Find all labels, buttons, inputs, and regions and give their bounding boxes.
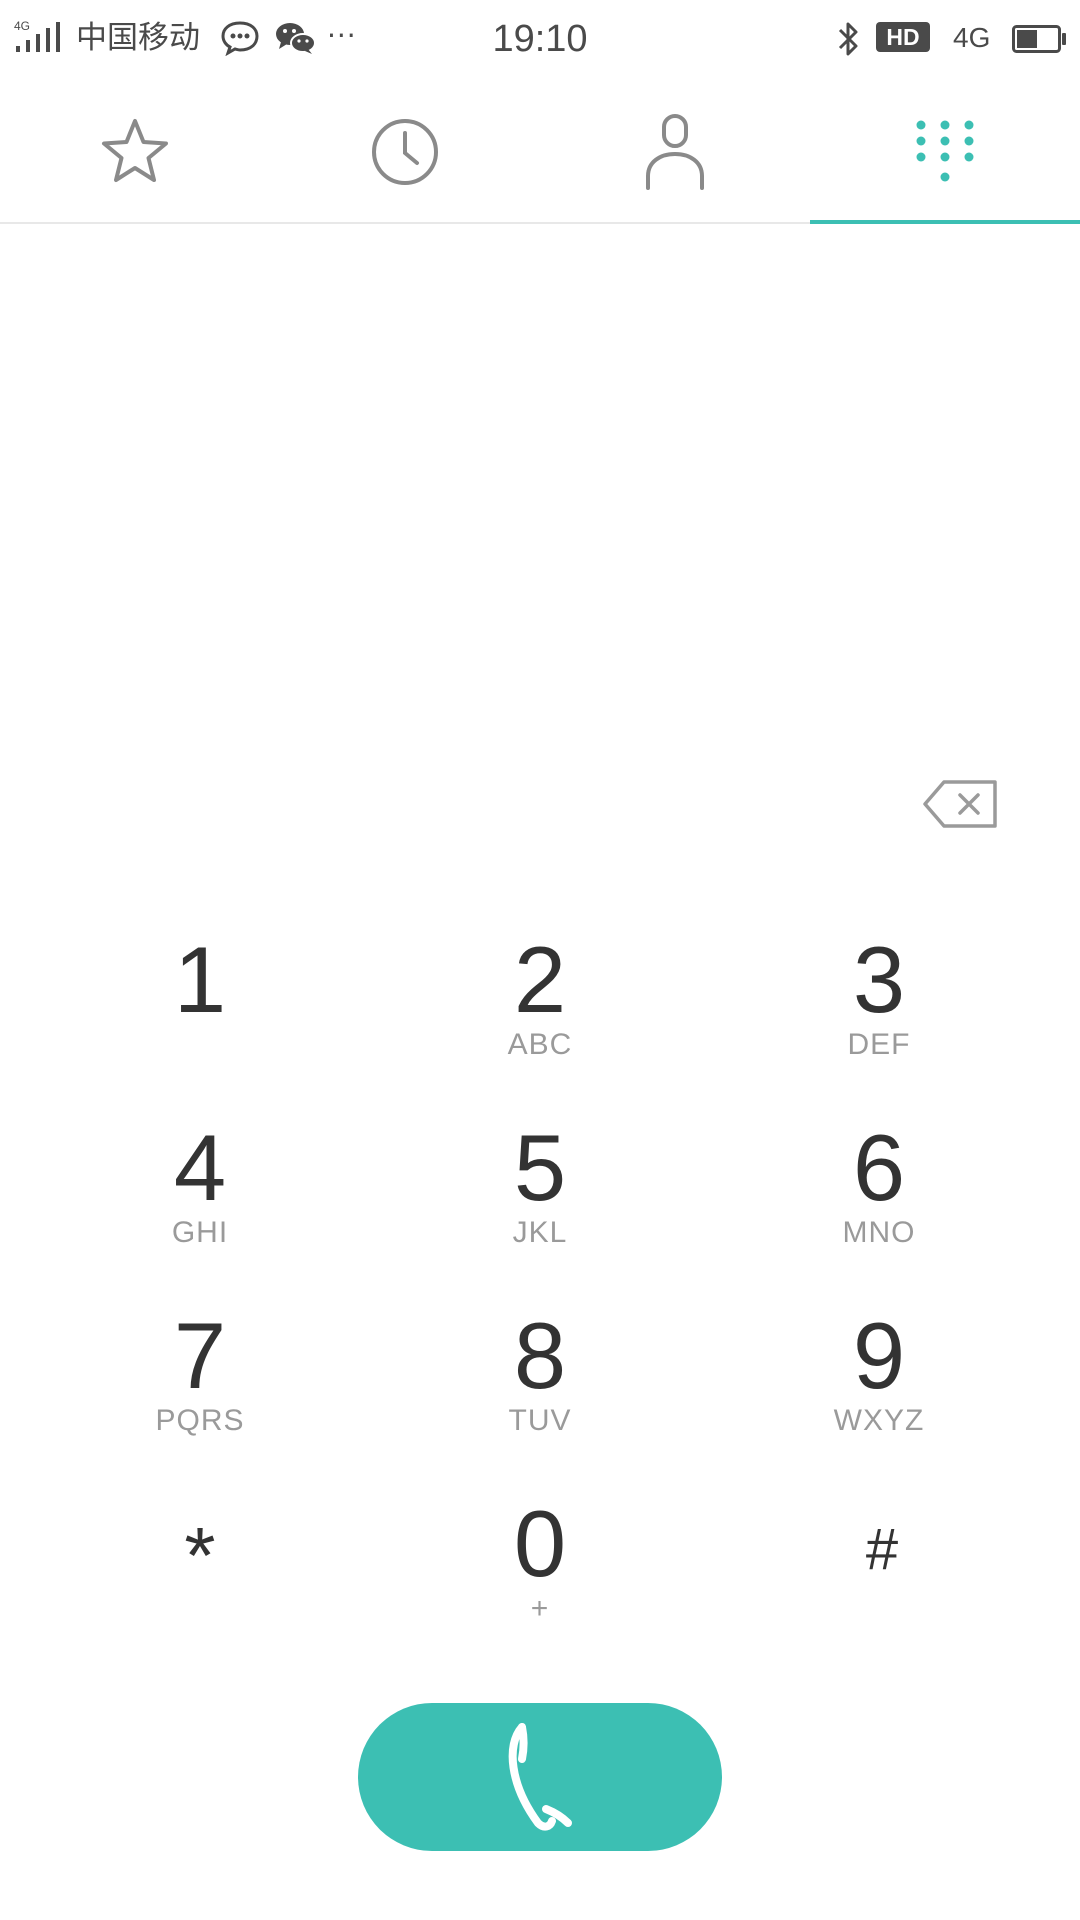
key-digit: * xyxy=(184,1511,216,1600)
key-letters: ABC xyxy=(507,1028,573,1061)
key-7[interactable]: 7 PQRS xyxy=(50,1306,350,1476)
battery-icon xyxy=(1012,25,1066,53)
key-letters: WXYZ xyxy=(833,1404,925,1437)
key-letters: MNO xyxy=(842,1216,916,1249)
key-5[interactable]: 5 JKL xyxy=(390,1118,690,1288)
backspace-icon xyxy=(923,780,997,828)
key-digit: # xyxy=(865,1517,899,1582)
phone-handset-icon xyxy=(508,1723,572,1831)
key-digit: 1 xyxy=(173,927,227,1032)
number-display xyxy=(60,680,900,780)
tab-dialpad[interactable] xyxy=(810,80,1080,224)
key-digit: 4 xyxy=(173,1115,227,1220)
tab-bar xyxy=(0,80,1080,224)
tab-contacts[interactable] xyxy=(540,80,810,224)
key-2[interactable]: 2 ABC xyxy=(390,930,690,1100)
bluetooth-icon xyxy=(838,22,858,56)
dialer-screen: 4G 中国移动 ··· 19:10 HD 4G 1 2 ABC 3 DEF 4 … xyxy=(0,0,1080,1920)
clock-icon xyxy=(372,119,438,185)
key-letters: + xyxy=(530,1592,550,1625)
key-digit: 8 xyxy=(513,1303,567,1408)
network-type: 4G xyxy=(953,22,991,53)
key-hash[interactable]: # xyxy=(732,1510,1032,1680)
key-star[interactable]: * xyxy=(50,1506,350,1676)
key-8[interactable]: 8 TUV xyxy=(390,1306,690,1476)
key-letters: PQRS xyxy=(155,1404,245,1437)
key-4[interactable]: 4 GHI xyxy=(50,1118,350,1288)
battery-level-fill xyxy=(1017,30,1037,48)
key-9[interactable]: 9 WXYZ xyxy=(729,1306,1029,1476)
key-digit: 2 xyxy=(513,927,567,1032)
key-letters: DEF xyxy=(847,1028,911,1061)
key-letters: JKL xyxy=(512,1216,568,1249)
key-0[interactable]: 0 + xyxy=(390,1494,690,1664)
key-digit: 3 xyxy=(852,927,906,1032)
key-digit: 5 xyxy=(513,1115,567,1220)
active-tab-indicator xyxy=(810,220,1080,224)
person-icon xyxy=(646,114,704,190)
key-digit: 9 xyxy=(852,1303,906,1408)
call-button[interactable] xyxy=(358,1703,722,1851)
key-digit: 0 xyxy=(513,1491,567,1596)
hd-badge: HD xyxy=(876,22,930,52)
star-icon xyxy=(102,119,168,182)
key-6[interactable]: 6 MNO xyxy=(729,1118,1029,1288)
key-letters: GHI xyxy=(171,1216,229,1249)
key-digit: 7 xyxy=(173,1303,227,1408)
tab-recents[interactable] xyxy=(270,80,540,224)
key-digit: 6 xyxy=(852,1115,906,1220)
dialpad-icon xyxy=(916,120,974,182)
status-bar: 4G 中国移动 ··· 19:10 HD 4G xyxy=(0,0,1080,80)
tab-favorites[interactable] xyxy=(0,80,270,224)
key-1[interactable]: 1 xyxy=(50,930,350,1100)
key-letters: TUV xyxy=(508,1404,572,1437)
keypad: 1 2 ABC 3 DEF 4 GHI 5 JKL 6 MNO 7 PQRS 8 xyxy=(0,930,1080,1690)
key-3[interactable]: 3 DEF xyxy=(729,930,1029,1100)
backspace-button[interactable] xyxy=(920,776,1000,832)
